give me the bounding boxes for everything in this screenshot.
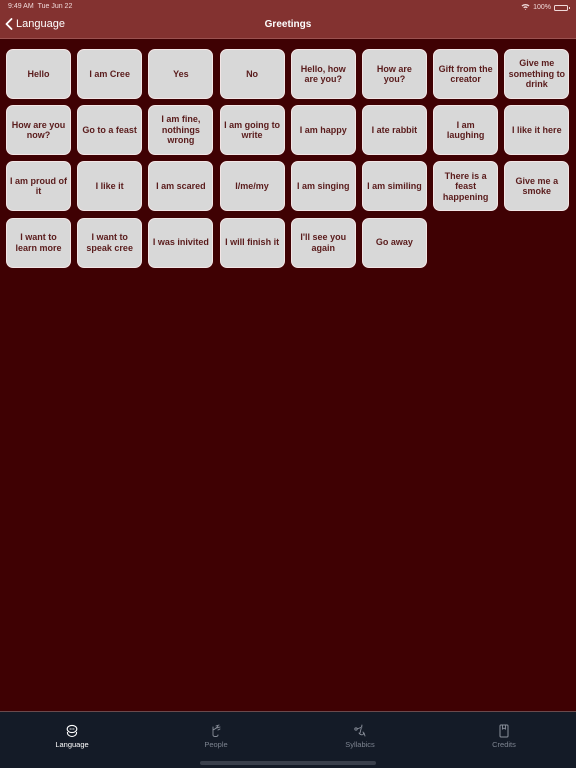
status-date: Tue Jun 22: [37, 3, 73, 10]
phrase-button[interactable]: Go away: [361, 217, 427, 268]
phrase-button[interactable]: I like it here: [504, 105, 570, 156]
phrase-button[interactable]: I/me/my: [219, 161, 285, 212]
phrase-button[interactable]: Gift from the creator: [433, 49, 499, 99]
tab-credits-label: Credits: [492, 740, 516, 749]
navigation-header: 9:49 AM Tue Jun 22 100% Language Greetin…: [0, 0, 576, 39]
phrase-button[interactable]: I ate rabbit: [361, 105, 427, 156]
phrase-button[interactable]: Go to a feast: [77, 105, 143, 156]
phrase-button[interactable]: I want to learn more: [6, 217, 71, 268]
phrase-button[interactable]: I was inivited: [148, 217, 214, 268]
phrase-button[interactable]: I want to speak cree: [77, 217, 143, 268]
home-indicator[interactable]: [200, 761, 376, 765]
phrase-button[interactable]: I am happy: [290, 105, 356, 156]
phrase-button[interactable]: Give me something to drink: [504, 49, 570, 99]
page-title: Greetings: [264, 19, 312, 30]
tab-people-label: People: [204, 740, 228, 749]
phrase-button[interactable]: No: [219, 49, 285, 99]
book-icon: [499, 724, 509, 738]
phrase-button[interactable]: Give me a smoke: [504, 161, 570, 212]
phrase-button[interactable]: I am Cree: [77, 49, 143, 99]
phrase-button[interactable]: Hello, how are you?: [290, 49, 356, 99]
tab-syllabics[interactable]: Syllabics: [310, 724, 410, 749]
tab-people[interactable]: People: [166, 724, 266, 749]
phrase-button[interactable]: Hello: [6, 49, 71, 99]
people-icon: [212, 724, 221, 737]
phrase-button[interactable]: I will finish it: [219, 217, 285, 268]
wifi-icon: [521, 3, 530, 12]
tab-bar: Language People Syllabics Credits: [0, 711, 576, 768]
tab-syllabics-label: Syllabics: [345, 740, 375, 749]
phrase-button[interactable]: Yes: [148, 49, 214, 99]
phrase-button[interactable]: How are you?: [361, 49, 427, 99]
tab-language-label: Language: [55, 740, 89, 749]
phrase-button[interactable]: I'll see you again: [290, 217, 356, 268]
phrase-button[interactable]: I am similing: [361, 161, 427, 212]
phrase-button[interactable]: I like it: [77, 161, 143, 212]
phrase-button[interactable]: How are you now?: [6, 105, 71, 156]
status-indicators: 100%: [521, 3, 570, 12]
phrase-button[interactable]: I am fine, nothings wrong: [148, 105, 214, 156]
battery-percentage: 100%: [533, 4, 551, 11]
syllabics-icon: [354, 724, 366, 737]
phrase-button[interactable]: I am laughing: [433, 105, 499, 156]
battery-icon: [554, 4, 570, 11]
phrase-button[interactable]: I am singing: [290, 161, 356, 212]
phrase-button[interactable]: I am scared: [148, 161, 214, 212]
tab-credits[interactable]: Credits: [454, 724, 554, 749]
phrase-button[interactable]: I am proud of it: [6, 161, 71, 212]
status-time: 9:49 AM Tue Jun 22: [8, 3, 72, 10]
phrase-button[interactable]: I am going to write: [219, 105, 285, 156]
phrase-button[interactable]: There is a feast happening: [433, 161, 499, 212]
tab-language[interactable]: Language: [22, 724, 122, 749]
status-time-value: 9:49 AM: [8, 3, 34, 10]
chat-bubbles-icon: [66, 724, 78, 738]
phrase-grid: Hello I am Cree Yes No Hello, how are yo…: [6, 49, 570, 268]
